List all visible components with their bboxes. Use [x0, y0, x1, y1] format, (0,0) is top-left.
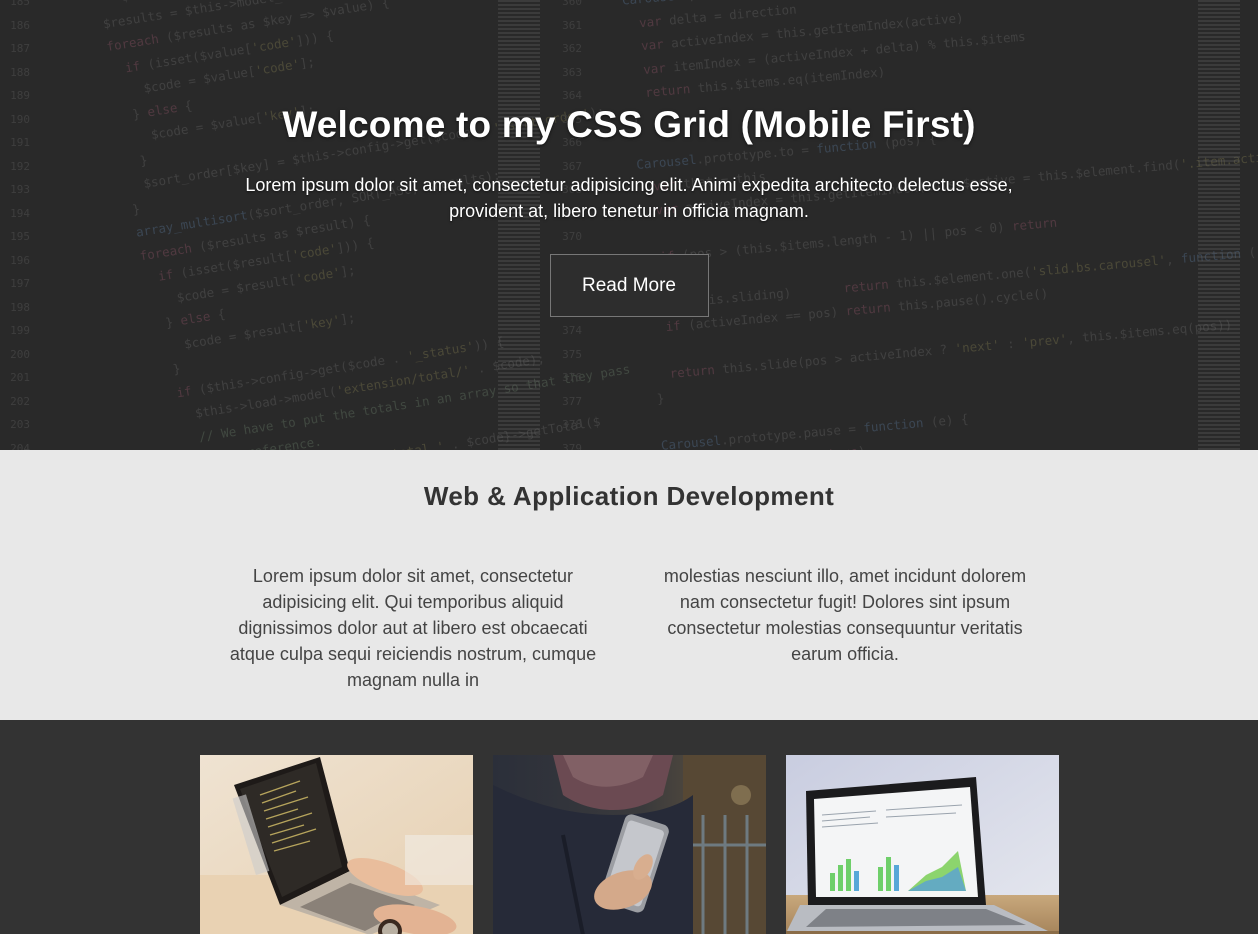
gallery-section — [0, 720, 1258, 934]
hero-content: Welcome to my CSS Grid (Mobile First) Lo… — [0, 0, 1258, 317]
read-more-button[interactable]: Read More — [549, 254, 709, 317]
services-title: Web & Application Development — [423, 481, 835, 511]
hero-section: 185 186 187 188 189 190 191 192 193 194 … — [0, 0, 1258, 450]
hero-text: Lorem ipsum dolor sit amet, consectetur … — [245, 175, 1013, 221]
laptop-charts-photo[interactable] — [785, 755, 1059, 934]
hero-title: Welcome to my CSS Grid (Mobile First) — [282, 104, 976, 145]
services-section: Web & Application Development Lorem ipsu… — [0, 450, 1258, 720]
laptop-coding-photo[interactable] — [199, 755, 473, 934]
services-columns: Lorem ipsum dolor sit amet, consectetur … — [0, 563, 1258, 693]
phone-in-hand-photo[interactable] — [492, 755, 766, 934]
services-text-column-1: Lorem ipsum dolor sit amet, consectetur … — [229, 566, 597, 690]
services-text-column-2: molestias nesciunt illo, amet incidunt d… — [663, 566, 1027, 664]
